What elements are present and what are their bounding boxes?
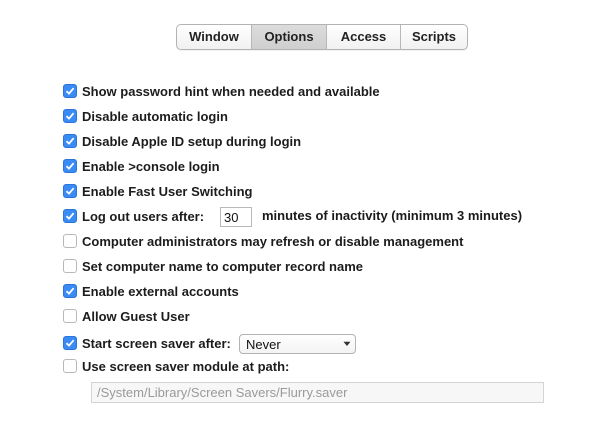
tab-options[interactable]: Options (252, 25, 327, 49)
option-label: Disable automatic login (82, 108, 228, 124)
option-label: Enable Fast User Switching (82, 183, 253, 199)
checkbox-start-screen-saver[interactable] (63, 336, 77, 350)
option-label: Use screen saver module at path: (82, 358, 290, 374)
dropdown-arrow-icon (339, 335, 355, 353)
option-enable-fast-user-switching[interactable]: Enable Fast User Switching (63, 182, 253, 200)
option-admin-refresh-management[interactable]: Computer administrators may refresh or d… (63, 232, 463, 250)
option-use-screen-saver-module[interactable]: Use screen saver module at path: (63, 357, 289, 375)
checkbox-disable-apple-id-setup[interactable] (63, 134, 77, 148)
option-log-out-users[interactable]: Log out users after: (63, 207, 204, 225)
option-label: Computer administrators may refresh or d… (82, 233, 464, 249)
option-allow-guest-user[interactable]: Allow Guest User (63, 307, 190, 325)
option-label: Log out users after: (82, 208, 205, 224)
tab-scripts[interactable]: Scripts (401, 25, 467, 49)
option-label: Enable external accounts (82, 283, 239, 299)
screen-saver-module-path-field[interactable] (91, 382, 544, 403)
checkbox-log-out-users[interactable] (63, 209, 77, 223)
logout-minutes-suffix: minutes of inactivity (minimum 3 minutes… (262, 208, 523, 223)
option-show-password-hint[interactable]: Show password hint when needed and avail… (63, 82, 380, 100)
logout-minutes-input[interactable] (220, 207, 252, 227)
option-disable-apple-id-setup[interactable]: Disable Apple ID setup during login (63, 132, 301, 150)
option-label: Enable >console login (82, 158, 220, 174)
checkbox-disable-automatic-login[interactable] (63, 109, 77, 123)
option-label: Start screen saver after: (82, 335, 231, 351)
checkbox-set-computer-name[interactable] (63, 259, 77, 273)
checkbox-enable-external-accounts[interactable] (63, 284, 77, 298)
option-set-computer-name[interactable]: Set computer name to computer record nam… (63, 257, 363, 275)
checkbox-enable-console-login[interactable] (63, 159, 77, 173)
checkbox-allow-guest-user[interactable] (63, 309, 77, 323)
tab-bar: Window Options Access Scripts (176, 24, 468, 50)
option-disable-automatic-login[interactable]: Disable automatic login (63, 107, 228, 125)
checkbox-enable-fast-user-switching[interactable] (63, 184, 77, 198)
tab-window[interactable]: Window (177, 25, 252, 49)
option-enable-external-accounts[interactable]: Enable external accounts (63, 282, 239, 300)
option-enable-console-login[interactable]: Enable >console login (63, 157, 220, 175)
checkbox-use-screen-saver-module[interactable] (63, 359, 77, 373)
checkbox-admin-refresh-management[interactable] (63, 234, 77, 248)
screen-saver-delay-value: Never (246, 336, 281, 352)
option-label: Show password hint when needed and avail… (82, 83, 380, 99)
screen-saver-delay-select[interactable]: Never (239, 334, 356, 354)
option-label: Allow Guest User (82, 308, 190, 324)
checkbox-show-password-hint[interactable] (63, 84, 77, 98)
option-start-screen-saver[interactable]: Start screen saver after: (63, 334, 231, 352)
option-label: Disable Apple ID setup during login (82, 133, 302, 149)
option-label: Set computer name to computer record nam… (82, 258, 364, 274)
tab-access[interactable]: Access (327, 25, 401, 49)
